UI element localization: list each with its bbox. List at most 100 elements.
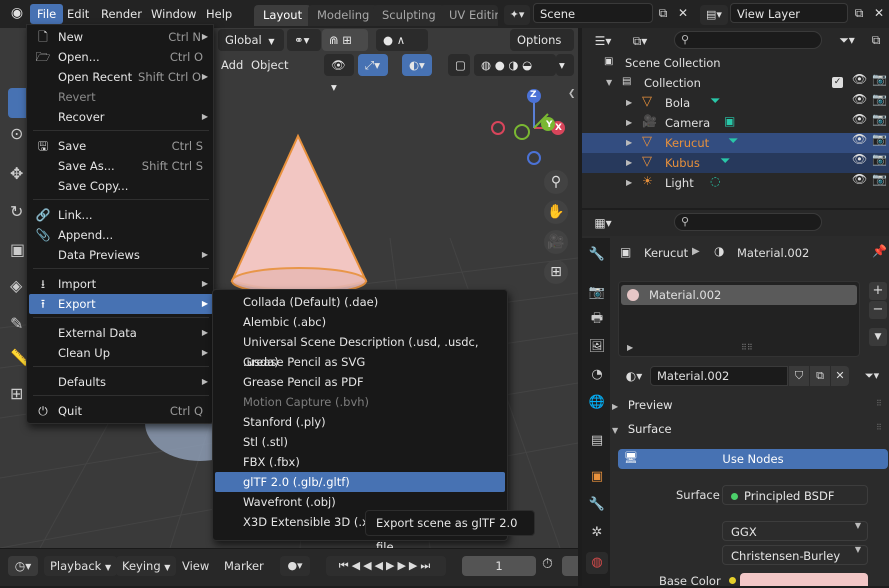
panel-grip-icon[interactable]: ⠿ bbox=[876, 424, 882, 432]
export-item-alembic[interactable]: Alembic (.abc) bbox=[215, 312, 505, 332]
view-layer-icon[interactable]: ▤▾ bbox=[700, 5, 728, 25]
distribution-dropdown[interactable]: GGX ▼ bbox=[722, 521, 868, 541]
rotate-tool-icon[interactable]: ↻ bbox=[10, 204, 23, 220]
menu-window[interactable]: Window bbox=[144, 4, 203, 24]
display-mode-icon[interactable]: ⧉▾ bbox=[626, 32, 654, 50]
panel-grip-icon[interactable]: ⠿ bbox=[876, 400, 882, 408]
snapping-toggle[interactable]: ⋒ ⊞ bbox=[322, 29, 368, 51]
new-scene-icon[interactable]: ⧉ bbox=[654, 4, 672, 22]
object-menu[interactable]: Object bbox=[244, 54, 295, 76]
menu-item-import[interactable]: ⭳ Import ▶ bbox=[29, 274, 213, 294]
menu-help[interactable]: Help bbox=[199, 4, 239, 24]
output-tab-icon[interactable]: 🖶 bbox=[586, 308, 608, 330]
export-item-grease-pencil-pdf[interactable]: Grease Pencil as PDF bbox=[215, 372, 505, 392]
collapse-arrow-icon[interactable]: ❮ bbox=[568, 90, 576, 99]
use-nodes-button[interactable]: 🖥 Use Nodes bbox=[618, 449, 888, 469]
tool-tab-icon[interactable]: 🔧 bbox=[586, 244, 608, 266]
expand-arrow-icon[interactable]: ▼ bbox=[606, 79, 612, 87]
transform-tool-icon[interactable]: ◈ bbox=[10, 278, 22, 294]
node-link-icon[interactable]: ⏷▾ bbox=[858, 366, 886, 386]
export-item-collada[interactable]: Collada (Default) (.dae) bbox=[215, 292, 505, 312]
material-tab-icon[interactable]: ◍ bbox=[586, 552, 608, 574]
add-slot-icon[interactable]: + bbox=[869, 282, 887, 300]
expand-arrow-icon[interactable]: ▶ bbox=[626, 159, 632, 167]
menu-item-defaults[interactable]: Defaults ▶ bbox=[29, 372, 213, 392]
camera-render-icon[interactable]: 📷 bbox=[872, 73, 887, 85]
blender-logo-icon[interactable]: ◉ bbox=[8, 6, 26, 22]
shading-modes[interactable]: ◍ ● ◑ ◒ bbox=[474, 54, 556, 76]
particles-tab-icon[interactable]: ✲ bbox=[586, 522, 608, 544]
cursor-tool-icon[interactable]: ⊙ bbox=[10, 126, 23, 142]
menu-item-new[interactable]: 🗋 New Ctrl N ▶ bbox=[29, 27, 213, 47]
export-item-ply[interactable]: Stanford (.ply) bbox=[215, 412, 505, 432]
base-color-swatch[interactable] bbox=[740, 573, 868, 586]
tab-sculpting[interactable]: Sculpting bbox=[373, 5, 445, 26]
material-slot-list[interactable]: Material.002 ▶ ⠿⠿ bbox=[618, 281, 860, 357]
menu-item-save-copy[interactable]: Save Copy... bbox=[29, 176, 213, 196]
camera-render-icon[interactable]: 📷 bbox=[872, 173, 887, 185]
fake-user-icon[interactable]: ⛉ bbox=[789, 366, 809, 386]
unlink-material-icon[interactable]: ✕ bbox=[831, 366, 849, 386]
outliner-search-input[interactable]: ⚲ bbox=[674, 31, 822, 49]
export-item-grease-pencil-svg[interactable]: Grease Pencil as SVG bbox=[215, 352, 505, 372]
object-tab-icon[interactable]: ▣ bbox=[586, 466, 608, 488]
add-cube-tool-icon[interactable]: ⊞ bbox=[10, 386, 23, 402]
record-icon[interactable]: ●▾ bbox=[280, 556, 310, 576]
editor-type-icon[interactable]: ◷▾ bbox=[8, 556, 38, 576]
outliner-item-bola[interactable]: ▶ ▽ Bola ⏷ 👁 📷 bbox=[582, 93, 889, 113]
properties-editor-icon[interactable]: ▦▾ bbox=[588, 214, 618, 232]
outliner-editor-icon[interactable]: ☰▾ bbox=[588, 32, 618, 50]
menu-item-recover[interactable]: Recover ▶ bbox=[29, 107, 213, 127]
surface-panel-header[interactable]: ▼ Surface bbox=[612, 418, 882, 440]
menu-render[interactable]: Render bbox=[94, 4, 149, 24]
filter-icon[interactable]: ⏷▾ bbox=[834, 31, 860, 49]
pan-hand-icon[interactable]: ✋ bbox=[544, 200, 568, 224]
export-item-fbx[interactable]: FBX (.fbx) bbox=[215, 452, 505, 472]
outliner-item-light[interactable]: ▶ ☀ Light ◌ 👁 📷 bbox=[582, 173, 889, 193]
outliner-collection[interactable]: ▼ ▤ Collection ✓ 👁 📷 bbox=[582, 73, 889, 93]
slot-menu-icon[interactable]: ▼ bbox=[869, 328, 887, 346]
camera-render-icon[interactable]: 📷 bbox=[872, 153, 887, 165]
camera-render-icon[interactable]: 📷 bbox=[872, 133, 887, 145]
eye-icon[interactable]: 👁 bbox=[852, 93, 867, 105]
move-tool-icon[interactable]: ✥ bbox=[10, 166, 23, 182]
checkbox-icon[interactable]: ✓ bbox=[832, 77, 843, 88]
menu-item-save-as[interactable]: Save As... Shift Ctrl S bbox=[29, 156, 213, 176]
tab-layout[interactable]: Layout bbox=[254, 5, 312, 26]
subsurface-method-dropdown[interactable]: Christensen-Burley ▼ bbox=[722, 545, 868, 565]
scene-name-field[interactable]: Scene bbox=[533, 3, 653, 23]
export-item-stl[interactable]: Stl (.stl) bbox=[215, 432, 505, 452]
expand-arrow-icon[interactable]: ▶ bbox=[626, 139, 632, 147]
material-slot-item[interactable]: Material.002 bbox=[621, 285, 857, 305]
menu-item-external-data[interactable]: External Data ▶ bbox=[29, 323, 213, 343]
scene-tab-icon[interactable]: ◔ bbox=[586, 364, 608, 386]
material-browse-icon[interactable]: ◐▾ bbox=[620, 367, 648, 385]
eye-icon[interactable]: 👁 bbox=[852, 153, 867, 165]
outliner-item-camera[interactable]: ▶ 🎥 Camera ▣ 👁 📷 bbox=[582, 113, 889, 133]
eye-icon[interactable]: 👁 bbox=[852, 173, 867, 185]
export-item-gltf[interactable]: glTF 2.0 (.glb/.gltf) bbox=[215, 472, 505, 492]
eye-icon[interactable]: 👁 bbox=[852, 73, 867, 85]
menu-item-open-recent[interactable]: Open Recent Shift Ctrl O ▶ bbox=[29, 67, 213, 87]
delete-scene-icon[interactable]: ✕ bbox=[674, 4, 692, 22]
options-dropdown[interactable]: Options ▼ bbox=[510, 29, 574, 68]
view-menu[interactable]: View bbox=[180, 556, 211, 576]
menu-item-link[interactable]: 🔗 Link... bbox=[29, 205, 213, 225]
export-item-obj[interactable]: Wavefront (.obj) bbox=[215, 492, 505, 512]
export-item-usd[interactable]: Universal Scene Description (.usd, .usdc… bbox=[215, 332, 505, 369]
delete-view-layer-icon[interactable]: ✕ bbox=[870, 4, 888, 22]
menu-item-append[interactable]: 📎 Append... bbox=[29, 225, 213, 245]
current-frame-field[interactable]: 1 bbox=[462, 556, 536, 576]
expand-arrow-icon[interactable]: ▶ bbox=[627, 344, 633, 352]
menu-item-revert[interactable]: Revert bbox=[29, 87, 213, 107]
gizmo-toggle[interactable]: ⤢▾ bbox=[358, 54, 388, 76]
surface-shader-dropdown[interactable]: Principled BSDF bbox=[722, 485, 868, 505]
scale-tool-icon[interactable]: ▣ bbox=[10, 242, 25, 258]
export-item-bvh[interactable]: Motion Capture (.bvh) bbox=[215, 392, 505, 412]
camera-view-icon[interactable]: 🎥 bbox=[544, 230, 568, 254]
stopwatch-icon[interactable]: ⏱ bbox=[542, 557, 553, 571]
orientation-dropdown[interactable]: Global ▼ bbox=[218, 29, 284, 51]
outliner-item-kerucut[interactable]: ▶ ▽ Kerucut ⏷ 👁 📷 bbox=[582, 133, 889, 153]
menu-file[interactable]: File bbox=[30, 4, 64, 24]
pin-icon[interactable]: 📌 bbox=[872, 245, 887, 257]
